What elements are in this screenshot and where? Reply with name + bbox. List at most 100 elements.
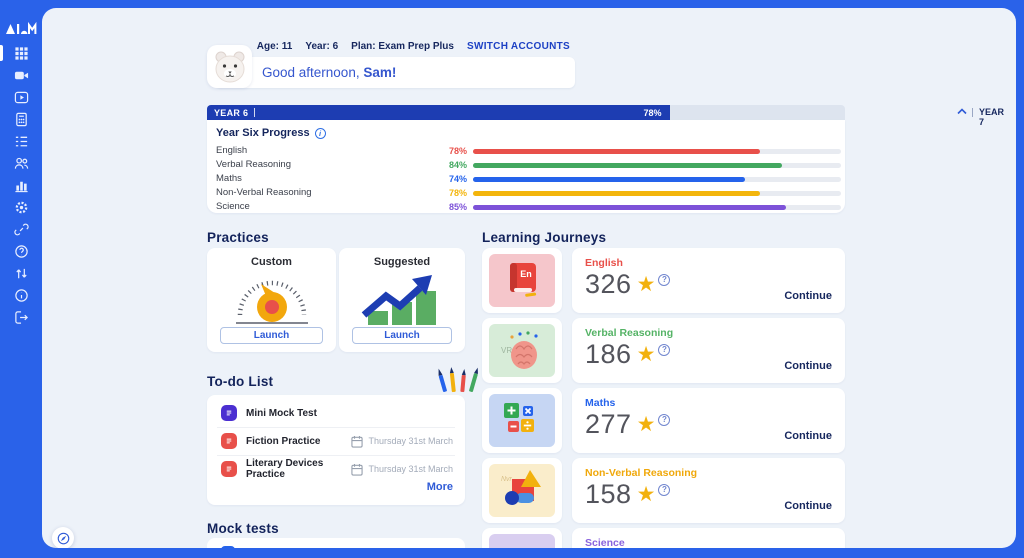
journey-card-maths[interactable]: Maths 277 ★ ? Continue [572,388,845,453]
practices-heading: Practices [207,230,269,245]
launch-suggested-button[interactable]: Launch [352,327,452,344]
non-verbal-reasoning-illustration: Nvr [489,464,555,517]
launch-custom-button[interactable]: Launch [220,327,323,344]
subject-percent: 78% [448,188,467,198]
checklist-icon [15,136,27,146]
sidebar-item-links[interactable] [0,221,42,237]
journey-tile-non-verbal-reasoning[interactable]: Nvr [482,458,562,523]
journey-subject: Verbal Reasoning [585,327,674,339]
question-icon[interactable]: ? [658,343,671,356]
sidebar-item-logout[interactable] [0,309,42,325]
avatar [207,45,252,88]
year-label: Year: 6 [305,41,339,52]
calculator-icon [15,112,27,126]
sidebar-item-tasks[interactable] [0,133,42,149]
journey-card-science[interactable]: Science [572,528,845,548]
tile-label: En [520,269,532,279]
banner-tick [254,108,256,117]
sidebar-item-dashboard[interactable] [0,45,42,61]
sidebar-item-lessons[interactable] [0,67,42,83]
chevron-up-icon[interactable] [957,108,967,115]
todo-more-link[interactable]: More [427,481,453,493]
journey-card-verbal-reasoning[interactable]: Verbal Reasoning 186 ★ ? Continue [572,318,845,383]
progress-card-title: Year Six Progress i [216,127,326,139]
task-list-icon [221,405,237,421]
todo-heading: To-do List [207,374,274,389]
todo-item-label: Mini Mock Test [246,407,317,419]
subject-percent: 84% [448,160,467,170]
progress-row: Science 85% [207,201,845,213]
subject-label: Non-Verbal Reasoning [216,187,312,198]
journey-score: 326 ★ ? [585,269,671,300]
subject-progress-fill [473,148,761,154]
sidebar-item-info[interactable] [0,287,42,303]
sidebar-item-switch[interactable] [0,265,42,281]
todo-item[interactable]: Literary Devices Practice Thursday 31st … [207,457,465,481]
suggested-practice-card: Suggested Launch [339,248,465,352]
due-date-text: Thursday 31st March [368,436,453,446]
main-content-panel: Age: 11 Year: 6 Plan: Exam Prep Plus SWI… [42,8,1016,548]
question-icon[interactable]: ? [658,483,671,496]
verbal-reasoning-illustration: VR [489,324,555,377]
todo-card: Mini Mock Test Fiction Practice Thursday… [207,395,465,505]
journey-subject: Maths [585,397,616,409]
todo-item[interactable]: Fiction Practice Thursday 31st March [207,429,465,453]
continue-link[interactable]: Continue [784,360,832,372]
continue-link[interactable]: Continue [784,290,832,302]
gauge-illustration [235,280,308,324]
mock-tests-card [207,538,465,548]
year7-toggle[interactable]: YEAR 7 [979,107,1004,127]
journey-subject: Science [585,537,625,548]
greeting-text: Good afternoon, Sam! [262,65,396,80]
help-compass-button[interactable] [52,527,74,548]
points-value: 326 [585,269,632,299]
subject-progress-fill [473,162,783,168]
journey-tile-english[interactable]: En [482,248,562,313]
sidebar-item-community[interactable] [0,155,42,171]
journey-score: 277 ★ ? [585,409,671,440]
progress-row: English 78% [207,145,845,157]
mock-tests-heading: Mock tests [207,521,279,536]
journey-card-non-verbal-reasoning[interactable]: Non-Verbal Reasoning 158 ★ ? Continue [572,458,845,523]
gear-icon [15,201,27,213]
todo-due-date: Thursday 31st March [351,463,453,476]
science-illustration: Sc [489,534,555,548]
continue-link[interactable]: Continue [784,430,832,442]
atom-logo [6,21,37,34]
todo-item[interactable]: Mini Mock Test [207,401,465,425]
star-icon: ★ [636,273,656,296]
star-icon: ★ [636,413,656,436]
continue-link[interactable]: Continue [784,500,832,512]
video-camera-icon [14,71,28,79]
sidebar-item-videos[interactable] [0,89,42,105]
info-icon[interactable]: i [314,127,326,139]
sidebar-item-results[interactable] [0,177,42,193]
learning-journeys-heading: Learning Journeys [482,230,607,245]
year6-percent: 78% [643,107,662,118]
journey-tile-science[interactable]: Sc [482,528,562,548]
journey-card-english[interactable]: English 326 ★ ? Continue [572,248,845,313]
sidebar-item-help[interactable] [0,243,42,259]
todo-item-label: Fiction Practice [246,435,321,447]
maths-illustration [489,394,555,447]
journey-score: 186 ★ ? [585,339,671,370]
users-icon [14,157,28,169]
subject-percent: 85% [448,202,467,212]
switch-accounts-button[interactable]: SWITCH ACCOUNTS [467,41,570,52]
subject-progress-track [473,162,841,168]
sidebar-item-practice[interactable] [0,111,42,127]
journey-tile-maths[interactable] [482,388,562,453]
compass-icon [57,532,69,544]
question-icon[interactable]: ? [658,413,671,426]
subject-progress-track [473,148,841,154]
subject-percent: 74% [448,174,467,184]
progress-row: Verbal Reasoning 84% [207,159,845,171]
sidebar [0,0,42,558]
journey-tile-verbal-reasoning[interactable]: VR [482,318,562,383]
question-icon[interactable]: ? [658,273,671,286]
sidebar-item-settings[interactable] [0,199,42,215]
calendar-icon [351,435,364,448]
row-divider [217,455,455,456]
task-list-icon [221,461,237,477]
swap-arrows-icon [15,268,27,278]
